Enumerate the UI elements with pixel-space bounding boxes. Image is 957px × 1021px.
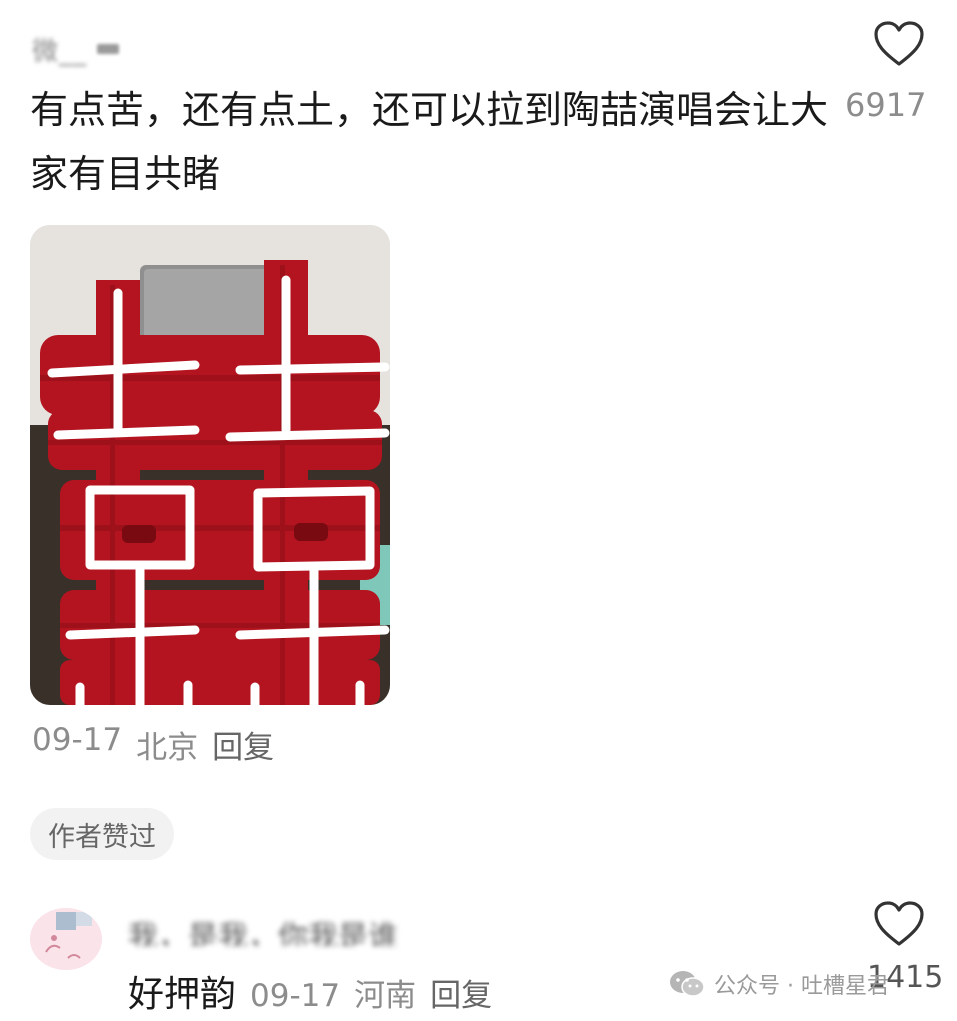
- watermark-text: 公众号 · 吐槽星君: [714, 974, 889, 999]
- heart-icon[interactable]: [873, 900, 925, 948]
- username-text: 微__: [32, 36, 88, 67]
- reply-button[interactable]: 回复: [212, 722, 274, 767]
- comment-location: 北京: [136, 730, 199, 766]
- comment-date: 09-17: [32, 722, 123, 758]
- avatar[interactable]: [30, 908, 102, 970]
- comment-text: 有点苦，还有点土，还可以拉到陶喆演唱会让大家有目共睹: [30, 88, 829, 196]
- comment-date: 09-17: [250, 978, 341, 1014]
- reply-button[interactable]: 回复: [430, 970, 492, 1015]
- username-blurred[interactable]: 微__: [32, 34, 212, 67]
- comment-location: 河南: [354, 978, 417, 1014]
- comment-photo[interactable]: [30, 225, 390, 705]
- wechat-icon: [670, 971, 705, 997]
- comment-text-row: 好押韵 09-17 河南 回复: [128, 965, 492, 1017]
- watermark: 公众号 · 吐槽星君: [668, 966, 889, 1002]
- username-blurred[interactable]: 我，是我，你我是谁: [128, 912, 528, 946]
- like-count: 6917: [845, 86, 927, 124]
- like-control[interactable]: 6917: [845, 20, 957, 124]
- heart-icon[interactable]: [873, 20, 925, 68]
- comment-meta: 09-17 北京 回复: [32, 722, 274, 767]
- comment-text: 好押韵: [128, 974, 237, 1015]
- author-liked-badge: 作者赞过: [30, 808, 174, 860]
- username-redaction: [97, 44, 120, 54]
- red-double-happiness-fabric-sign: [30, 225, 390, 705]
- avatar-cartoon-icon: [30, 908, 102, 970]
